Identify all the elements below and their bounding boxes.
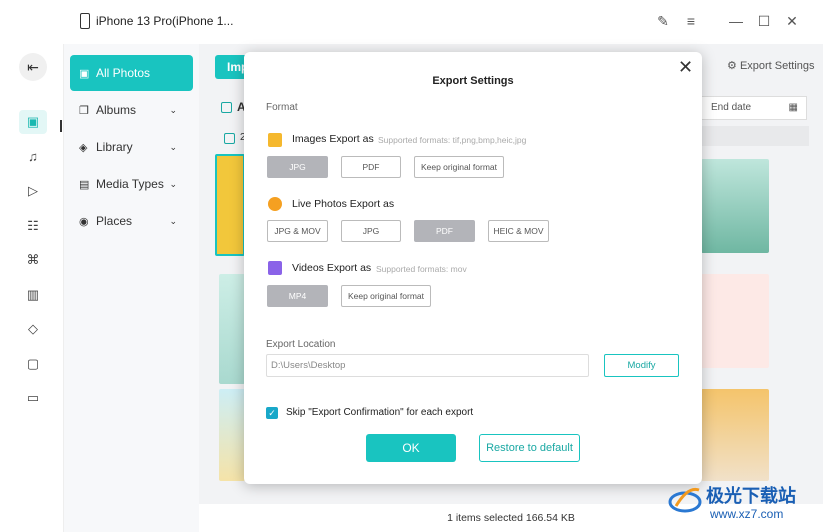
watermark-url: www.xz7.com xyxy=(710,507,784,521)
minimize-icon[interactable]: — xyxy=(728,13,744,29)
album-icon: ❐ xyxy=(79,104,89,117)
icon-rail: ⇤ ▣ ♫ ▷ ☷ ⌘ ▥ ◇ ▢ ▭ xyxy=(0,44,64,532)
video-file-icon xyxy=(268,261,282,275)
videos-option-keep-original[interactable]: Keep original format xyxy=(341,285,431,307)
live-option-jpg-mov[interactable]: JPG & MOV xyxy=(267,220,328,242)
images-option-jpg[interactable]: JPG xyxy=(267,156,328,178)
chevron-down-icon: ⌄ xyxy=(169,141,177,152)
maximize-icon[interactable]: ☐ xyxy=(756,13,772,29)
nav-item-label: Media Types xyxy=(96,177,164,191)
backup-icon[interactable]: ▢ xyxy=(19,352,47,376)
header-strip xyxy=(699,126,809,146)
photo-thumbnail[interactable] xyxy=(219,274,245,384)
live-option-heic-mov[interactable]: HEIC & MOV xyxy=(488,220,549,242)
images-export-label: Images Export as xyxy=(292,133,374,145)
skip-confirmation-checkbox[interactable]: ✓ xyxy=(266,407,278,419)
photo-thumbnail[interactable] xyxy=(215,154,245,256)
select-all-checkbox[interactable] xyxy=(221,102,232,113)
photo-thumbnail[interactable] xyxy=(701,274,769,368)
photo-icon: ▣ xyxy=(79,67,90,80)
pin-icon: ◉ xyxy=(79,215,89,228)
images-formats-hint: Supported formats: tif,png,bmp,heic,jpg xyxy=(378,135,527,145)
restore-default-button[interactable]: Restore to default xyxy=(479,434,580,462)
gear-icon: ⚙ xyxy=(727,60,737,72)
video-icon[interactable]: ▷ xyxy=(19,179,47,203)
close-icon[interactable]: ✕ xyxy=(678,57,693,78)
music-icon[interactable]: ♫ xyxy=(19,145,47,169)
title-bar: iPhone 13 Pro(iPhone 1... ✎ ≡ — ☐ ✕ xyxy=(0,0,823,44)
calendar-icon: ▦ xyxy=(788,102,798,113)
export-location-label: Export Location xyxy=(266,339,336,350)
nav-item-label: Albums xyxy=(96,103,137,117)
images-option-keep-original[interactable]: Keep original format xyxy=(414,156,504,178)
chevron-down-icon: ⌄ xyxy=(169,215,177,226)
images-option-pdf[interactable]: PDF xyxy=(341,156,401,178)
media-icon: ▤ xyxy=(79,178,90,191)
export-settings-dialog: Export Settings ✕ Format Images Export a… xyxy=(244,52,702,484)
tag-icon[interactable]: ◇ xyxy=(19,317,47,341)
back-icon[interactable]: ⇤ xyxy=(19,53,47,81)
nav-item-albums[interactable]: ❐ Albums ⌄ xyxy=(70,92,193,128)
photo-thumbnail[interactable] xyxy=(701,389,769,481)
nav-item-all-photos[interactable]: ▣ All Photos xyxy=(70,55,193,91)
live-option-jpg[interactable]: JPG xyxy=(341,220,401,242)
live-option-pdf[interactable]: PDF xyxy=(414,220,475,242)
modify-button[interactable]: Modify xyxy=(604,354,679,377)
nav-item-label: Library xyxy=(96,140,133,154)
photo-thumbnail[interactable] xyxy=(219,389,245,481)
close-icon[interactable]: ✕ xyxy=(784,13,800,29)
watermark: 极光下载站 www.xz7.com xyxy=(666,480,816,528)
books-icon[interactable]: ▥ xyxy=(19,283,47,307)
end-date-placeholder: End date xyxy=(711,102,752,113)
export-settings-link[interactable]: ⚙ Export Settings xyxy=(727,59,815,72)
watermark-logo-icon xyxy=(668,487,702,513)
videos-formats-hint: Supported formats: mov xyxy=(376,264,467,274)
videos-option-mp4[interactable]: MP4 xyxy=(267,285,328,307)
chevron-down-icon: ⌄ xyxy=(169,178,177,189)
nav-item-places[interactable]: ◉ Places ⌄ xyxy=(70,203,193,239)
nav-panel: ▣ All Photos ❐ Albums ⌄ ◈ Library ⌄ ▤ Me… xyxy=(64,44,199,532)
videos-export-label: Videos Export as xyxy=(292,262,372,274)
nav-item-label: Places xyxy=(96,214,133,228)
live-photos-export-label: Live Photos Export as xyxy=(292,198,395,210)
nav-item-media-types[interactable]: ▤ Media Types ⌄ xyxy=(70,166,193,202)
folder-icon[interactable]: ▭ xyxy=(19,386,47,410)
group-checkbox[interactable] xyxy=(224,133,235,144)
edit-icon[interactable]: ✎ xyxy=(655,13,671,29)
contacts-icon[interactable]: ☷ xyxy=(19,214,47,238)
nav-item-library[interactable]: ◈ Library ⌄ xyxy=(70,129,193,165)
export-settings-label: Export Settings xyxy=(739,60,815,72)
photo-thumbnail[interactable] xyxy=(701,159,769,253)
menu-icon[interactable]: ≡ xyxy=(683,13,699,29)
apps-icon[interactable]: ⌘ xyxy=(19,248,47,272)
ok-button[interactable]: OK xyxy=(366,434,456,462)
export-location-field[interactable]: D:\Users\Desktop xyxy=(266,354,589,377)
live-photo-icon xyxy=(268,197,282,211)
dialog-title: Export Settings xyxy=(432,75,514,87)
chevron-down-icon: ⌄ xyxy=(169,104,177,115)
format-label: Format xyxy=(266,102,298,113)
phone-icon xyxy=(80,13,90,29)
active-marker xyxy=(60,120,62,132)
layers-icon: ◈ xyxy=(79,141,88,154)
nav-item-label: All Photos xyxy=(96,66,151,80)
device-name[interactable]: iPhone 13 Pro(iPhone 1... xyxy=(96,14,233,28)
watermark-title: 极光下载站 xyxy=(706,486,796,507)
skip-confirmation-label: Skip "Export Confirmation" for each expo… xyxy=(286,407,474,418)
image-icon xyxy=(268,133,282,147)
end-date-field[interactable]: End date ▦ xyxy=(699,96,807,120)
photos-icon[interactable]: ▣ xyxy=(19,110,47,134)
